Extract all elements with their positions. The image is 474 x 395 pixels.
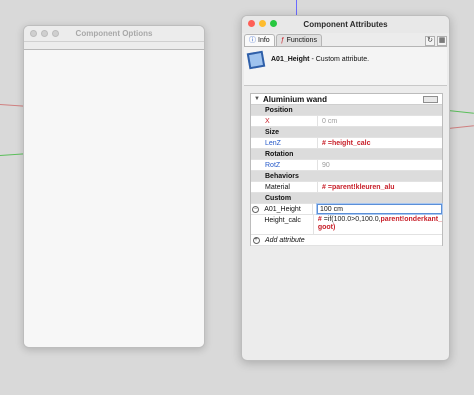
attribute-row-height-calc[interactable]: Height_calc # =if(100.0>0,100.0,parent!o… (251, 215, 442, 235)
attribute-value-input[interactable] (317, 204, 442, 214)
panel-header[interactable]: ▼ Aluminium wand (251, 94, 442, 105)
attribute-label: RotZ (265, 161, 281, 169)
tab-functions[interactable]: ƒ Functions (275, 34, 322, 46)
info-icon: ⓘ (249, 37, 256, 44)
tab-info[interactable]: ⓘ Info (244, 34, 275, 46)
attributes-panel: ▼ Aluminium wand Position X 0 cm Size Le… (250, 93, 443, 246)
attribute-label: X (265, 117, 270, 125)
section-position: Position (251, 105, 442, 116)
grid-icon: ▦ (438, 37, 446, 44)
add-attribute-icon[interactable]: + (252, 236, 260, 244)
section-behaviors: Behaviors (251, 171, 442, 182)
attribute-row-rotz[interactable]: RotZ 90 (251, 160, 442, 171)
attribute-label: A01_Height (264, 205, 301, 213)
attribute-rows: Position X 0 cm Size LenZ # =height_calc (251, 105, 442, 246)
refresh-button[interactable]: ↻ (425, 36, 435, 46)
panel-title: Aluminium wand (262, 94, 327, 104)
attribute-value (312, 204, 442, 214)
tab-bar: ⓘ Info ƒ Functions ↻ ▦ (244, 33, 447, 46)
attribute-value[interactable]: 0 cm (317, 116, 442, 126)
options-body (24, 50, 204, 347)
functions-icon: ƒ (280, 37, 285, 44)
attribute-label: LenZ (265, 139, 281, 147)
section-size: Size (251, 127, 442, 138)
component-desc: - Custom attribute. (311, 56, 370, 63)
section-custom: Custom (251, 193, 442, 204)
attribute-value[interactable]: # =height_calc (317, 138, 442, 148)
component-icon (246, 50, 266, 70)
attribute-value[interactable]: # =parent!kleuren_alu (317, 182, 442, 192)
window-title: Component Attributes (303, 20, 388, 29)
add-attribute-row[interactable]: + Add attribute (251, 235, 442, 246)
section-rotation: Rotation (251, 149, 442, 160)
disclosure-triangle-icon[interactable]: ▼ (254, 96, 260, 102)
component-options-window: Component Options (23, 25, 205, 348)
component-attributes-window: Component Attributes ⓘ Info ƒ Functions … (241, 15, 450, 361)
formula-prefix: # (322, 139, 326, 147)
component-name: A01_Height (271, 56, 310, 63)
formula-prefix: # (322, 183, 326, 191)
component-name-line: A01_Height - Custom attribute. (271, 56, 369, 63)
refresh-icon: ↻ (427, 37, 433, 44)
tab-label: Functions (286, 37, 317, 44)
formula-text: # =if(100.0>0,100.0,parent!onderkant_ go… (317, 216, 442, 231)
attribute-row-material[interactable]: Material # =parent!kleuren_alu (251, 182, 442, 193)
tab-label: Info (258, 37, 270, 44)
attribute-row-lenz[interactable]: LenZ # =height_calc (251, 138, 442, 149)
attribute-value[interactable]: 90 (317, 160, 442, 170)
options-toolbar (24, 42, 204, 50)
toggle-formula-button[interactable]: ▦ (437, 36, 447, 46)
attributes-titlebar[interactable]: Component Attributes (242, 16, 449, 33)
options-titlebar[interactable]: Component Options (24, 26, 204, 42)
green-axis-line (0, 153, 24, 156)
attribute-row-a01-height[interactable]: − A01_Height (251, 204, 442, 215)
toggle-switch[interactable] (423, 96, 438, 103)
add-attribute-label[interactable]: Add attribute (261, 237, 317, 244)
window-title: Component Options (75, 29, 153, 38)
attribute-row-x[interactable]: X 0 cm (251, 116, 442, 127)
tab-tools: ↻ ▦ (425, 36, 447, 46)
attribute-label: Height_calc (264, 217, 301, 224)
component-header: A01_Height - Custom attribute. (244, 46, 447, 86)
attribute-value[interactable]: # =if(100.0>0,100.0,parent!onderkant_ go… (312, 215, 442, 234)
attribute-label: Material (265, 183, 290, 191)
red-axis-line (0, 104, 24, 107)
formula-text: =height_calc (327, 139, 371, 147)
formula-text: =parent!kleuren_alu (327, 183, 395, 191)
red-axis-line-right (447, 125, 474, 129)
green-axis-line-right (447, 110, 474, 114)
remove-attribute-icon[interactable]: − (252, 205, 260, 213)
